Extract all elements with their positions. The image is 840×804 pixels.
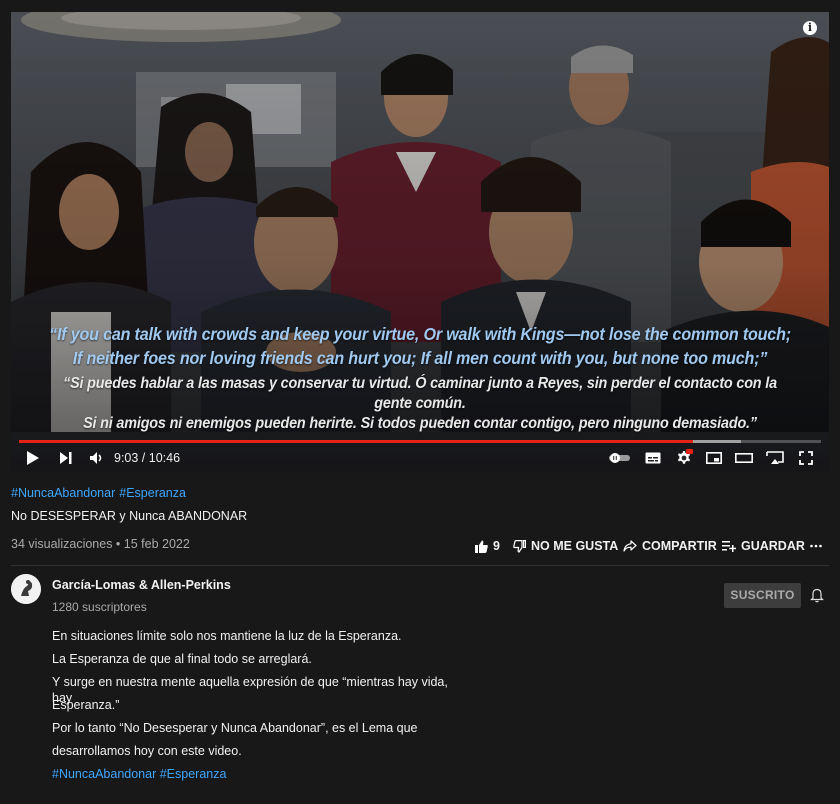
next-icon[interactable] xyxy=(56,444,76,472)
like-count: 9 xyxy=(493,539,500,553)
subtitles: “If you can talk with crowds and keep yo… xyxy=(11,322,829,434)
subscribed-button[interactable]: SUSCRITO xyxy=(724,583,801,608)
subtitle-es-line-1: “Si puedes hablar a las masas y conserva… xyxy=(63,375,777,412)
share-button[interactable]: COMPARTIR xyxy=(623,538,717,554)
info-icon[interactable]: i xyxy=(803,21,817,35)
fullscreen-icon[interactable] xyxy=(795,444,817,472)
description-line: La Esperanza de que al final todo se arr… xyxy=(52,652,312,666)
save-label: GUARDAR xyxy=(741,539,805,553)
description-line: Por lo tanto “No Desesperar y Nunca Aban… xyxy=(52,721,418,735)
channel-name[interactable]: García-Lomas & Allen-Perkins xyxy=(52,578,231,592)
subtitles-icon[interactable] xyxy=(642,444,664,472)
settings-icon[interactable] xyxy=(673,444,695,472)
video-player[interactable]: “If you can talk with crowds and keep yo… xyxy=(11,12,829,472)
save-button[interactable]: GUARDAR xyxy=(722,538,805,554)
autoplay-toggle-icon[interactable] xyxy=(607,444,633,472)
description-line: desarrollamos hoy con este video. xyxy=(52,744,242,758)
time-display: 9:03 / 10:46 xyxy=(114,451,181,465)
dislike-label: NO ME GUSTA xyxy=(531,539,619,553)
play-icon[interactable] xyxy=(23,444,43,472)
video-description: En situaciones límite solo nos mantiene … xyxy=(52,628,452,789)
video-title: No DESESPERAR y Nunca ABANDONAR xyxy=(11,509,248,523)
playlist-add-icon xyxy=(722,541,736,552)
hashtag-link[interactable]: #Esperanza xyxy=(119,486,186,500)
hashtag-link[interactable]: #NuncaAbandonar xyxy=(11,486,115,500)
share-icon xyxy=(623,540,637,552)
more-horiz-icon xyxy=(810,544,822,548)
description-line: Y surge en nuestra mente aquella expresi… xyxy=(52,675,448,705)
subtitle-en-line-1: “If you can talk with crowds and keep yo… xyxy=(49,324,791,344)
description-line: Esperanza.” xyxy=(52,698,120,712)
notification-bell-icon[interactable] xyxy=(810,588,824,608)
player-controls: 9:03 / 10:46 xyxy=(11,444,829,472)
cast-icon[interactable] xyxy=(763,444,787,472)
channel-avatar[interactable] xyxy=(11,574,41,604)
subtitle-es-line-2: Si ni amigos ni enemigos pueden herirte.… xyxy=(83,415,757,432)
subtitle-en-line-2: If neither foes nor loving friends can h… xyxy=(72,348,768,368)
miniplayer-icon[interactable] xyxy=(703,444,725,472)
more-actions-button[interactable] xyxy=(810,538,827,554)
divider xyxy=(11,565,829,566)
share-label: COMPARTIR xyxy=(642,539,717,553)
subscriber-count: 1280 suscriptores xyxy=(52,600,147,614)
video-hashtags: #NuncaAbandonar #Esperanza xyxy=(11,486,190,500)
thumbs-down-icon xyxy=(513,539,526,553)
progress-bar[interactable] xyxy=(19,440,821,443)
like-button[interactable]: 9 xyxy=(475,538,500,554)
views-date: 34 visualizaciones • 15 feb 2022 xyxy=(11,537,190,551)
description-line: En situaciones límite solo nos mantiene … xyxy=(52,629,402,643)
description-hashtags[interactable]: #NuncaAbandonar #Esperanza xyxy=(52,766,452,789)
played-bar xyxy=(19,440,693,443)
dislike-button[interactable]: NO ME GUSTA xyxy=(513,538,618,554)
thumbs-up-icon xyxy=(475,540,488,553)
volume-icon[interactable] xyxy=(86,444,108,472)
theater-mode-icon[interactable] xyxy=(733,444,755,472)
